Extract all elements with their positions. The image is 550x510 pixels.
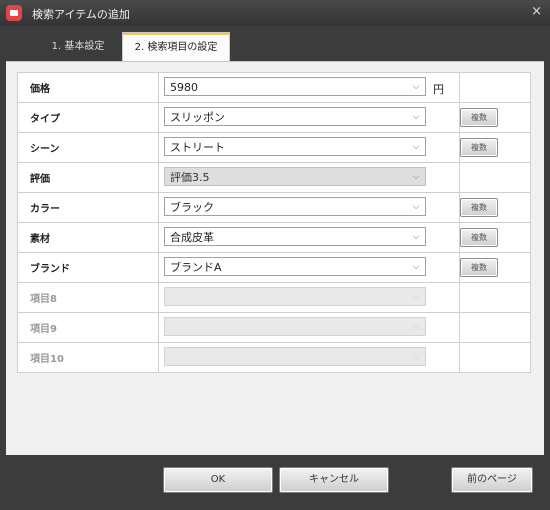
dropdown-value: 合成皮革 <box>170 231 214 244</box>
button-bar: OK キャンセル 前のページ <box>0 454 550 510</box>
row-value-cell: ⌵ <box>158 342 460 373</box>
cancel-button[interactable]: キャンセル <box>279 467 389 493</box>
row-action-cell: 複数 <box>459 222 531 253</box>
row-label: タイプ <box>17 102 159 133</box>
close-icon[interactable]: × <box>531 4 542 19</box>
row-label: シーン <box>17 132 159 163</box>
value-dropdown[interactable]: ブラック ⌵ <box>164 197 426 216</box>
previous-page-button[interactable]: 前のページ <box>451 467 533 493</box>
ok-button[interactable]: OK <box>163 467 273 493</box>
row-value-cell: 5980 ⌵ 円 <box>158 72 460 103</box>
settings-panel: 価格 5980 ⌵ 円タイプ スリッポン ⌵ 複数 シーン ストリート ⌵ 複数 評価 評価3.5 ⌵ カラ… <box>6 61 544 455</box>
dropdown-value: ストリート <box>170 141 225 154</box>
window-title: 検索アイテムの追加 <box>32 8 130 21</box>
dropdown-value: ブランドA <box>170 261 222 274</box>
row-action-cell: 複数 <box>459 192 531 223</box>
row-action-cell <box>459 342 531 373</box>
chevron-down-icon: ⌵ <box>412 142 420 152</box>
value-dropdown[interactable]: 5980 ⌵ <box>164 77 426 96</box>
multiple-select-button[interactable]: 複数 <box>460 228 498 247</box>
chevron-down-icon: ⌵ <box>412 82 420 92</box>
dropdown-value: 評価3.5 <box>170 171 210 184</box>
table-row: 価格 5980 ⌵ 円 <box>17 72 531 103</box>
table-row: 項目8 ⌵ <box>17 282 531 313</box>
value-dropdown[interactable]: 合成皮革 ⌵ <box>164 227 426 246</box>
row-action-cell: 複数 <box>459 102 531 133</box>
row-label: ブランド <box>17 252 159 283</box>
row-label: 価格 <box>17 72 159 103</box>
title-bar: 検索アイテムの追加 × <box>0 0 550 26</box>
value-dropdown[interactable]: 評価3.5 ⌵ <box>164 167 426 186</box>
multiple-select-button[interactable]: 複数 <box>460 108 498 127</box>
row-label: 素材 <box>17 222 159 253</box>
tab-strip: 1. 基本設定 2. 検索項目の設定 <box>6 26 544 63</box>
table-row: ブランド ブランドA ⌵ 複数 <box>17 252 531 283</box>
value-dropdown[interactable]: ブランドA ⌵ <box>164 257 426 276</box>
chevron-down-icon: ⌵ <box>412 112 420 122</box>
table-row: 素材 合成皮革 ⌵ 複数 <box>17 222 531 253</box>
multiple-select-button[interactable]: 複数 <box>460 138 498 157</box>
value-dropdown[interactable]: ストリート ⌵ <box>164 137 426 156</box>
table-row: 項目10 ⌵ <box>17 342 531 373</box>
chevron-down-icon: ⌵ <box>412 262 420 272</box>
chevron-down-icon: ⌵ <box>412 172 420 182</box>
row-action-cell: 複数 <box>459 252 531 283</box>
dropdown-value: ブラック <box>170 201 214 214</box>
value-dropdown[interactable]: スリッポン ⌵ <box>164 107 426 126</box>
dropdown-value: スリッポン <box>170 111 225 124</box>
row-value-cell: ブランドA ⌵ <box>158 252 460 283</box>
value-dropdown: ⌵ <box>164 347 426 366</box>
chevron-down-icon: ⌵ <box>412 322 420 332</box>
unit-label: 円 <box>433 83 444 96</box>
chevron-down-icon: ⌵ <box>412 202 420 212</box>
multiple-select-button[interactable]: 複数 <box>460 198 498 217</box>
row-value-cell: ストリート ⌵ <box>158 132 460 163</box>
tab-basic-settings[interactable]: 1. 基本設定 <box>38 34 118 60</box>
search-item-table: 価格 5980 ⌵ 円タイプ スリッポン ⌵ 複数 シーン ストリート ⌵ 複数 評価 評価3.5 ⌵ カラ… <box>17 72 531 373</box>
row-value-cell: ⌵ <box>158 312 460 343</box>
table-row: 項目9 ⌵ <box>17 312 531 343</box>
row-action-cell <box>459 282 531 313</box>
chevron-down-icon: ⌵ <box>412 292 420 302</box>
row-label: 項目10 <box>17 342 159 373</box>
row-action-cell: 複数 <box>459 132 531 163</box>
dropdown-value: 5980 <box>170 81 198 94</box>
value-dropdown: ⌵ <box>164 317 426 336</box>
row-action-cell <box>459 312 531 343</box>
table-row: カラー ブラック ⌵ 複数 <box>17 192 531 223</box>
row-label: 項目8 <box>17 282 159 313</box>
chevron-down-icon: ⌵ <box>412 352 420 362</box>
row-value-cell: スリッポン ⌵ <box>158 102 460 133</box>
row-value-cell: ⌵ <box>158 282 460 313</box>
table-row: 評価 評価3.5 ⌵ <box>17 162 531 193</box>
row-action-cell <box>459 162 531 193</box>
row-value-cell: ブラック ⌵ <box>158 192 460 223</box>
value-dropdown: ⌵ <box>164 287 426 306</box>
row-label: カラー <box>17 192 159 223</box>
table-row: シーン ストリート ⌵ 複数 <box>17 132 531 163</box>
row-label: 評価 <box>17 162 159 193</box>
row-label: 項目9 <box>17 312 159 343</box>
row-value-cell: 合成皮革 ⌵ <box>158 222 460 253</box>
app-icon <box>6 5 22 21</box>
multiple-select-button[interactable]: 複数 <box>460 258 498 277</box>
row-action-cell <box>459 72 531 103</box>
row-value-cell: 評価3.5 ⌵ <box>158 162 460 193</box>
table-row: タイプ スリッポン ⌵ 複数 <box>17 102 531 133</box>
tab-search-item-settings[interactable]: 2. 検索項目の設定 <box>122 32 230 63</box>
chevron-down-icon: ⌵ <box>412 232 420 242</box>
